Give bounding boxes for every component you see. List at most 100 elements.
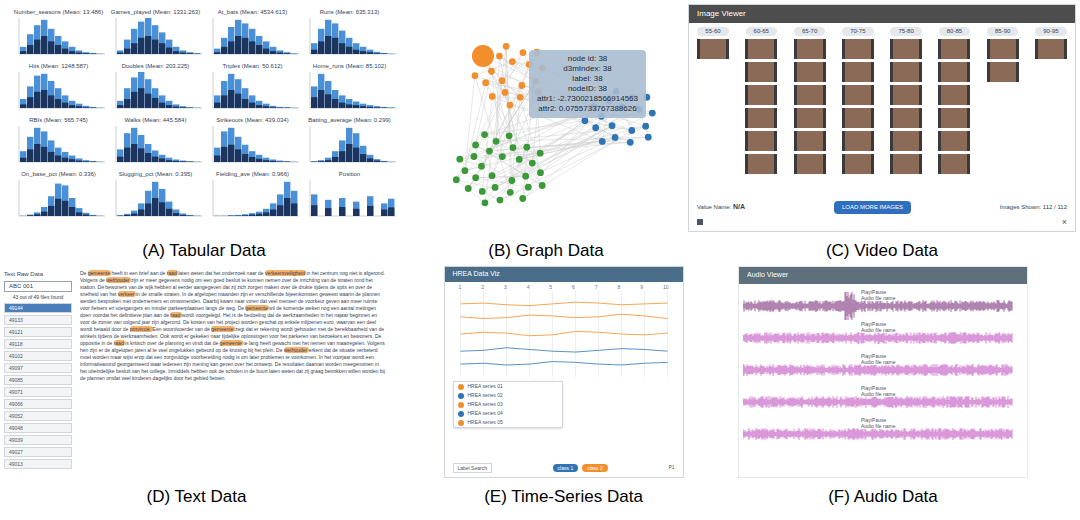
graph-node[interactable] — [520, 49, 527, 56]
graph-node[interactable] — [509, 58, 516, 65]
class-pill[interactable]: class 1 — [553, 464, 579, 472]
video-frame[interactable] — [745, 62, 777, 82]
video-frame[interactable] — [745, 39, 777, 59]
legend-item[interactable]: HREA series 02 — [454, 391, 562, 400]
video-frame[interactable] — [890, 62, 922, 82]
close-button[interactable]: × — [1062, 216, 1067, 230]
file-item[interactable]: 49144 — [4, 303, 72, 313]
file-item[interactable]: 49133 — [4, 315, 72, 325]
graph-node[interactable] — [472, 45, 494, 67]
file-item[interactable]: 49027 — [4, 447, 72, 457]
legend-item[interactable]: HREA series 05 — [454, 418, 562, 427]
play-pause-button[interactable]: Play/Pause — [861, 417, 895, 423]
play-pause-button[interactable]: Play/Pause — [861, 353, 895, 359]
video-frame[interactable] — [938, 62, 970, 82]
video-frame[interactable] — [697, 39, 729, 59]
bin-label[interactable]: 80-85 — [939, 27, 970, 36]
graph-node[interactable] — [492, 184, 499, 191]
video-frame[interactable] — [842, 108, 874, 128]
load-more-button[interactable]: LOAD MORE IMAGES — [834, 201, 911, 214]
legend-item[interactable]: HREA series 01 — [454, 382, 562, 391]
video-frame[interactable] — [1035, 39, 1067, 59]
graph-node[interactable] — [537, 150, 544, 157]
graph-node[interactable] — [628, 127, 635, 134]
video-frame[interactable] — [938, 85, 970, 105]
graph-node[interactable] — [478, 163, 485, 170]
graph-node[interactable] — [612, 134, 619, 141]
graph-node[interactable] — [609, 122, 616, 129]
graph-node[interactable] — [456, 156, 463, 163]
video-frame[interactable] — [987, 62, 1019, 82]
graph-node[interactable] — [649, 110, 656, 117]
graph-node[interactable] — [522, 173, 529, 180]
graph-node[interactable] — [525, 184, 532, 191]
file-item[interactable]: 49097 — [4, 363, 72, 373]
bin-label[interactable]: 85-90 — [987, 27, 1018, 36]
bin-label[interactable]: 65-70 — [794, 27, 825, 36]
video-frame[interactable] — [745, 154, 777, 174]
graph-node[interactable] — [489, 172, 496, 179]
graph-node[interactable] — [517, 94, 524, 101]
graph-node[interactable] — [481, 131, 488, 138]
graph-node[interactable] — [462, 167, 469, 174]
video-frame[interactable] — [938, 131, 970, 151]
video-frame[interactable] — [890, 85, 922, 105]
file-item[interactable]: 49048 — [4, 423, 72, 433]
graph-node[interactable] — [507, 189, 514, 196]
bin-label[interactable]: 55-60 — [697, 27, 728, 36]
video-frame[interactable] — [938, 154, 970, 174]
graph-node[interactable] — [502, 89, 509, 96]
graph-node[interactable] — [496, 53, 503, 60]
video-frame[interactable] — [842, 85, 874, 105]
file-item[interactable]: 49118 — [4, 339, 72, 349]
file-item[interactable]: 49052 — [4, 411, 72, 421]
graph-node[interactable] — [499, 153, 506, 160]
label-input[interactable]: Label Search — [453, 463, 492, 473]
video-frame[interactable] — [745, 131, 777, 151]
bin-label[interactable]: 75-80 — [890, 27, 921, 36]
graph-node[interactable] — [645, 134, 652, 141]
file-item[interactable]: 49066 — [4, 399, 72, 409]
graph-node[interactable] — [482, 79, 489, 86]
file-item[interactable]: 49039 — [4, 435, 72, 445]
video-frame[interactable] — [842, 131, 874, 151]
file-item[interactable]: 49071 — [4, 387, 72, 397]
video-frame[interactable] — [890, 39, 922, 59]
video-frame[interactable] — [794, 154, 826, 174]
video-frame[interactable] — [745, 85, 777, 105]
graph-node[interactable] — [537, 169, 544, 176]
graph-node[interactable] — [642, 123, 649, 130]
graph-node[interactable] — [465, 185, 472, 192]
graph-node[interactable] — [453, 176, 460, 183]
file-item[interactable]: 49102 — [4, 351, 72, 361]
graph-node[interactable] — [479, 188, 486, 195]
play-pause-button[interactable]: Play/Pause — [861, 385, 895, 391]
graph-node[interactable] — [503, 43, 510, 50]
graph-node[interactable] — [519, 195, 526, 202]
video-frame[interactable] — [938, 39, 970, 59]
graph-node[interactable] — [489, 93, 496, 100]
graph-node[interactable] — [499, 77, 506, 84]
file-item[interactable]: 49121 — [4, 327, 72, 337]
graph-node[interactable] — [516, 156, 523, 163]
graph-node[interactable] — [599, 138, 606, 145]
video-frame[interactable] — [842, 154, 874, 174]
graph-node[interactable] — [471, 153, 478, 160]
video-frame[interactable] — [794, 62, 826, 82]
legend-item[interactable]: HREA series 04 — [454, 409, 562, 418]
graph-node[interactable] — [472, 174, 479, 181]
bin-label[interactable]: 90-95 — [1035, 27, 1066, 36]
legend-item[interactable]: HREA series 03 — [454, 400, 562, 409]
video-frame[interactable] — [938, 108, 970, 128]
video-frame[interactable] — [842, 62, 874, 82]
graph-node[interactable] — [518, 82, 525, 89]
bin-label[interactable]: 70-75 — [842, 27, 873, 36]
graph-node[interactable] — [582, 117, 589, 124]
graph-node[interactable] — [497, 197, 504, 204]
graph-node[interactable] — [493, 138, 500, 145]
graph-node[interactable] — [592, 124, 599, 131]
bin-label[interactable]: 60-65 — [746, 27, 777, 36]
graph-node[interactable] — [488, 68, 495, 75]
graph-node[interactable] — [627, 139, 634, 146]
video-frame[interactable] — [842, 39, 874, 59]
